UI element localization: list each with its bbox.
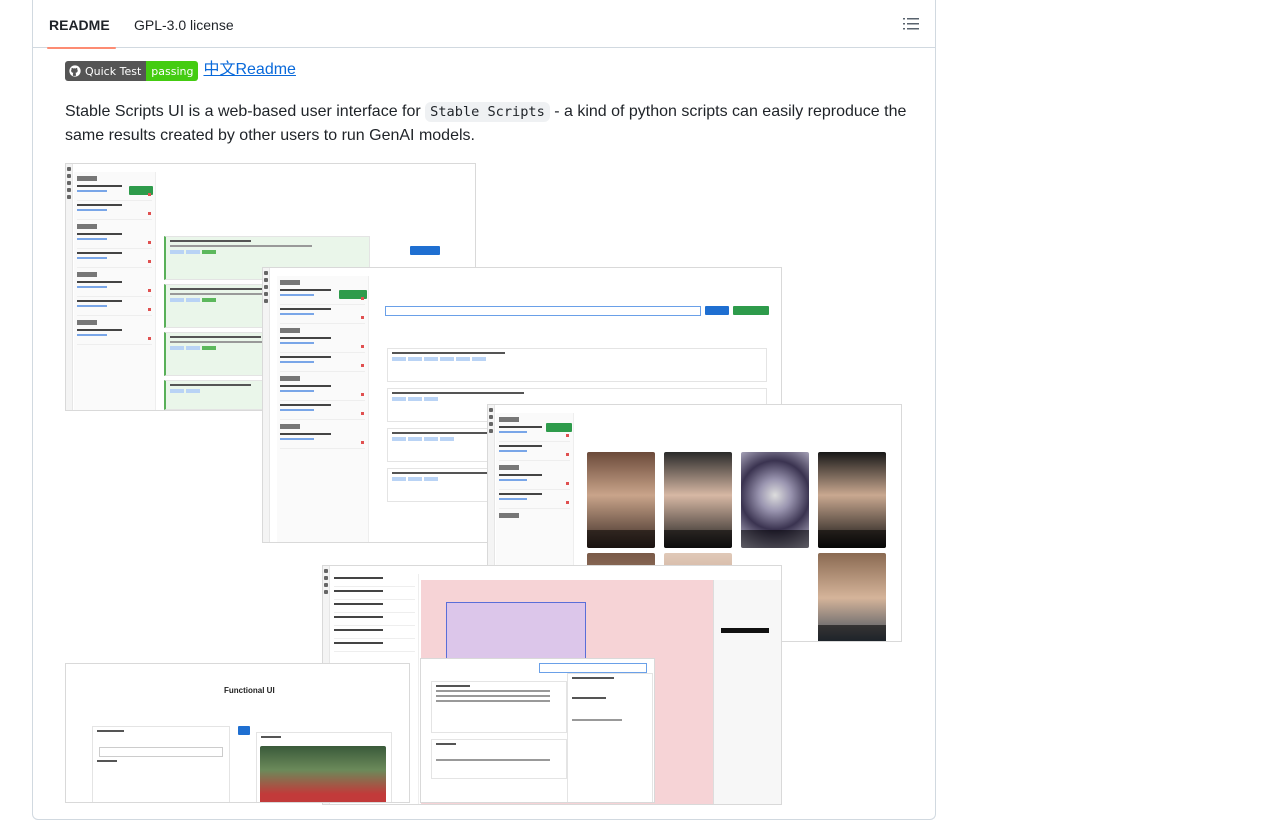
screenshot-window-form	[420, 658, 655, 803]
gallery-image-1[interactable]	[587, 452, 655, 548]
gallery-image-3[interactable]	[741, 452, 809, 548]
chinese-readme-link[interactable]: 中文Readme	[203, 59, 295, 81]
description-text-1: Stable Scripts UI is a web-based user in…	[65, 103, 426, 120]
badge-row: Quick Test passing 中文Readme	[65, 57, 296, 81]
quick-test-badge[interactable]: Quick Test passing	[65, 61, 199, 81]
screenshots-collage: Functional UI	[65, 163, 905, 805]
tab-readme[interactable]: README	[47, 0, 116, 49]
description-paragraph: Stable Scripts UI is a web-based user in…	[65, 100, 915, 148]
screenshot-window-functional-ui: Functional UI	[65, 663, 410, 803]
functional-ui-image	[260, 746, 386, 802]
tab-license[interactable]: GPL-3.0 license	[134, 0, 234, 48]
github-icon	[69, 65, 81, 77]
stable-scripts-code: Stable Scripts	[425, 102, 550, 122]
badge-status: passing	[146, 61, 199, 81]
gallery-image-8[interactable]	[818, 553, 886, 641]
functional-ui-title: Functional UI	[224, 686, 275, 695]
badge-label-section: Quick Test	[65, 61, 147, 81]
gallery-image-4[interactable]	[818, 452, 886, 548]
list-unordered-icon[interactable]	[903, 16, 919, 32]
badge-label: Quick Test	[85, 64, 142, 78]
readme-tabs: README GPL-3.0 license	[33, 0, 935, 49]
gallery-image-2[interactable]	[664, 452, 732, 548]
